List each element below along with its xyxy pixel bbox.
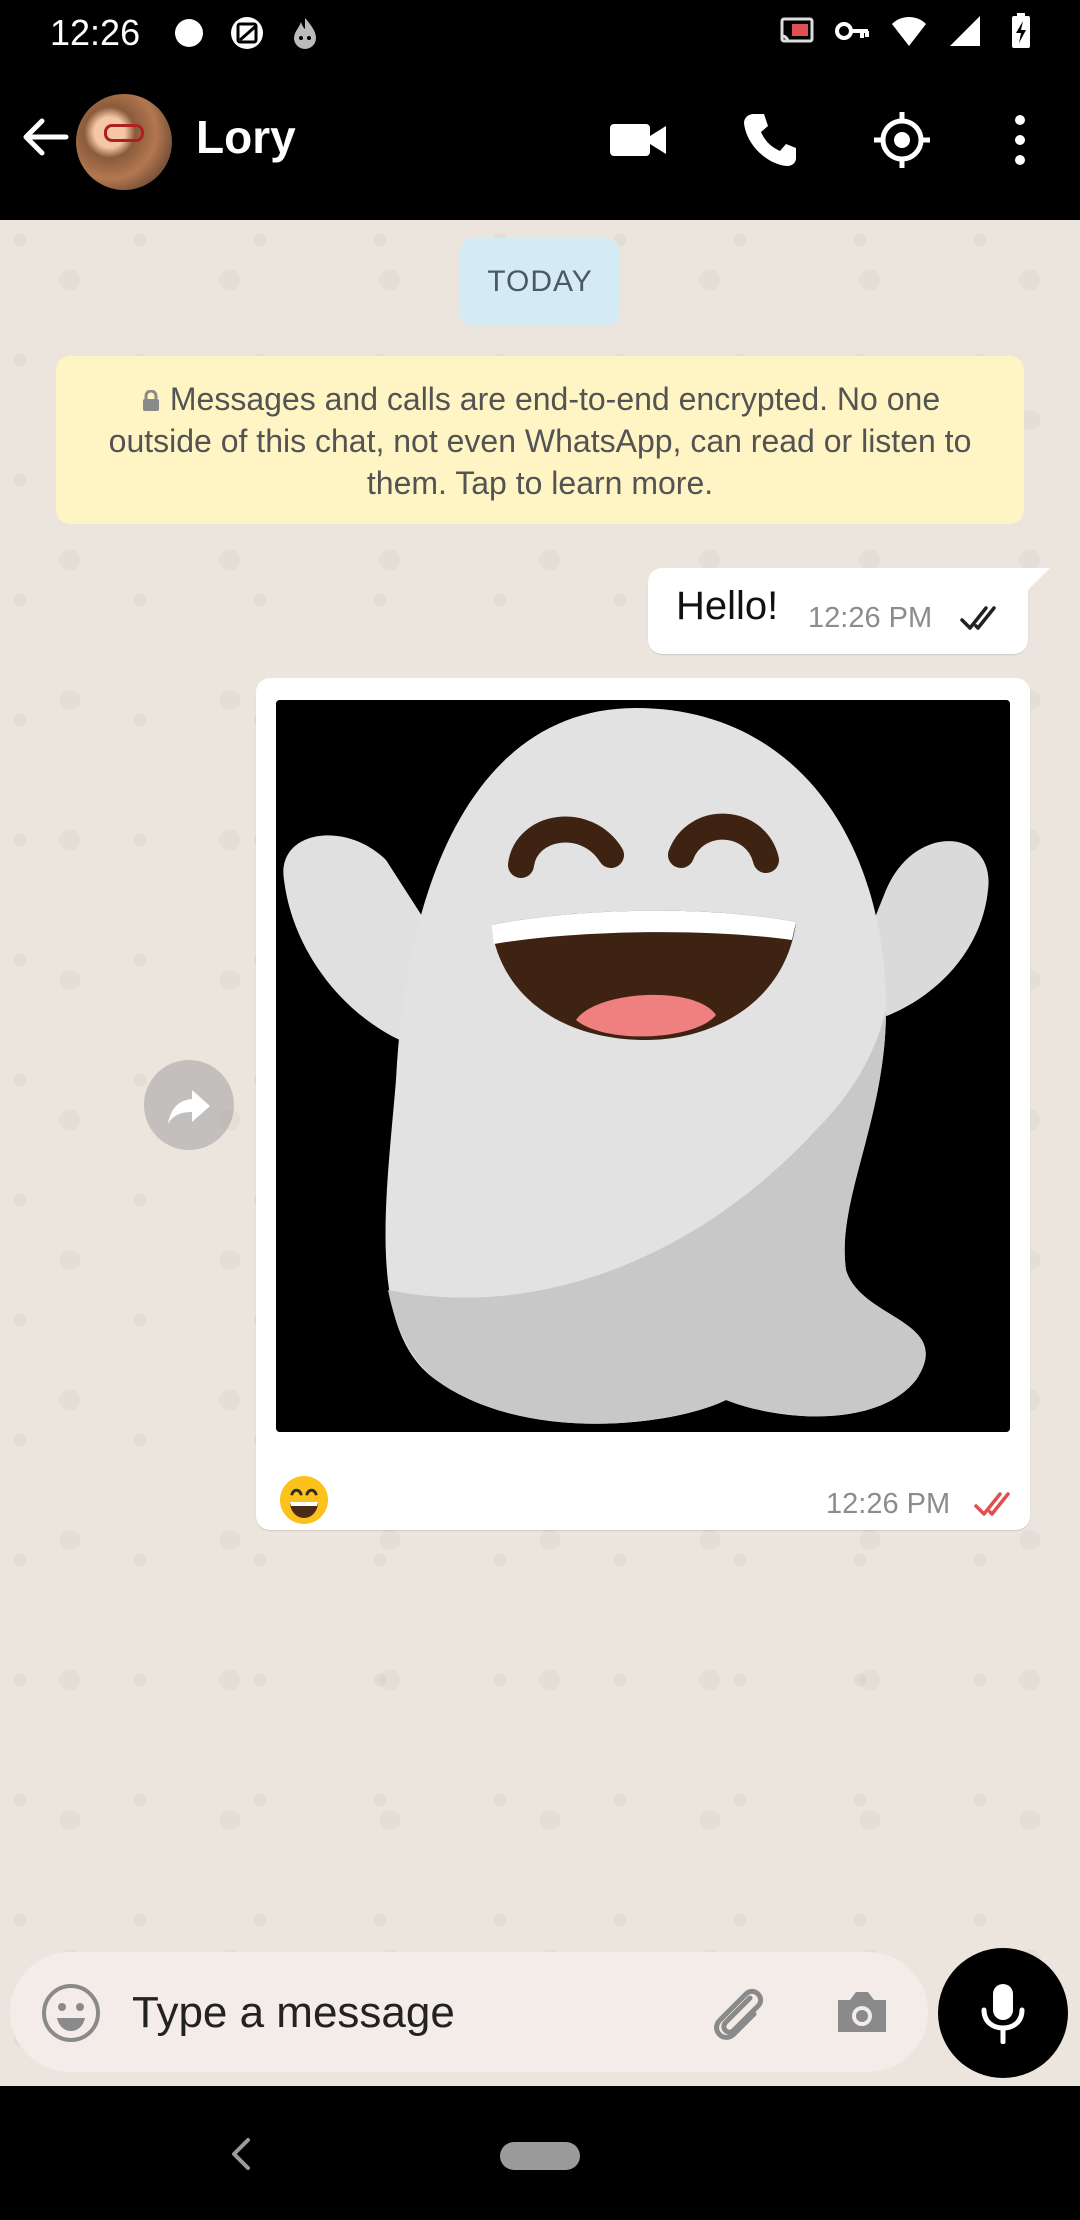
chat-area[interactable]: TODAY Messages and calls are end-to-end … [0, 220, 1080, 2086]
lock-icon [142, 390, 159, 411]
nav-back-icon[interactable] [222, 2130, 258, 2178]
dot-icon [175, 19, 203, 47]
caption-emoji [278, 1474, 330, 1526]
status-bar: 12:26 [0, 0, 1080, 66]
status-time: 12:26 [50, 12, 141, 53]
system-icons [778, 12, 1040, 50]
forward-icon [168, 1090, 210, 1124]
image-icon [231, 17, 263, 49]
voice-message-button[interactable] [938, 1948, 1068, 2078]
home-pill[interactable] [500, 2142, 580, 2170]
message-input[interactable] [132, 1978, 672, 2048]
double-check-read-icon [974, 1492, 1010, 1516]
outgoing-message[interactable]: Hello! 12:26 PM [648, 568, 1050, 654]
system-navigation-bar [0, 2086, 1080, 2220]
message-time: 12:26 PM [826, 1488, 951, 1520]
microphone-icon [981, 1984, 1025, 2044]
signal-icon [950, 16, 980, 46]
notification-icons [170, 14, 324, 52]
contact-avatar[interactable] [76, 94, 172, 190]
forward-button[interactable] [144, 1060, 234, 1150]
location-icon[interactable] [870, 108, 934, 172]
cast-icon [780, 17, 814, 43]
voice-call-icon[interactable] [738, 108, 802, 172]
emoji-icon[interactable] [40, 1982, 102, 2044]
contact-name[interactable]: Lory [196, 110, 296, 164]
chat-header: Lory [0, 66, 1080, 220]
image-message[interactable]: 12:26 PM [256, 678, 1030, 1530]
message-composer [10, 1952, 928, 2072]
video-call-icon[interactable] [606, 108, 670, 172]
ghost-illustration [276, 700, 1010, 1432]
camera-icon[interactable] [830, 1980, 894, 2044]
encryption-text: Messages and calls are end-to-end encryp… [108, 381, 972, 501]
battery-charging-icon [1012, 13, 1030, 48]
wifi-icon [892, 16, 926, 46]
encryption-notice[interactable]: Messages and calls are end-to-end encryp… [56, 356, 1024, 524]
attach-icon[interactable] [706, 1980, 770, 2044]
message-text: Hello! [676, 584, 779, 628]
key-icon [835, 22, 869, 40]
date-chip: TODAY [460, 238, 620, 326]
message-time: 12:26 PM [808, 602, 933, 634]
back-arrow-icon[interactable] [18, 110, 72, 164]
more-options-icon[interactable] [988, 108, 1052, 172]
grinning-face-icon [280, 1476, 328, 1524]
double-check-icon [960, 606, 996, 630]
ghost-sticker-image[interactable] [276, 700, 1010, 1432]
flame-icon [294, 18, 316, 49]
